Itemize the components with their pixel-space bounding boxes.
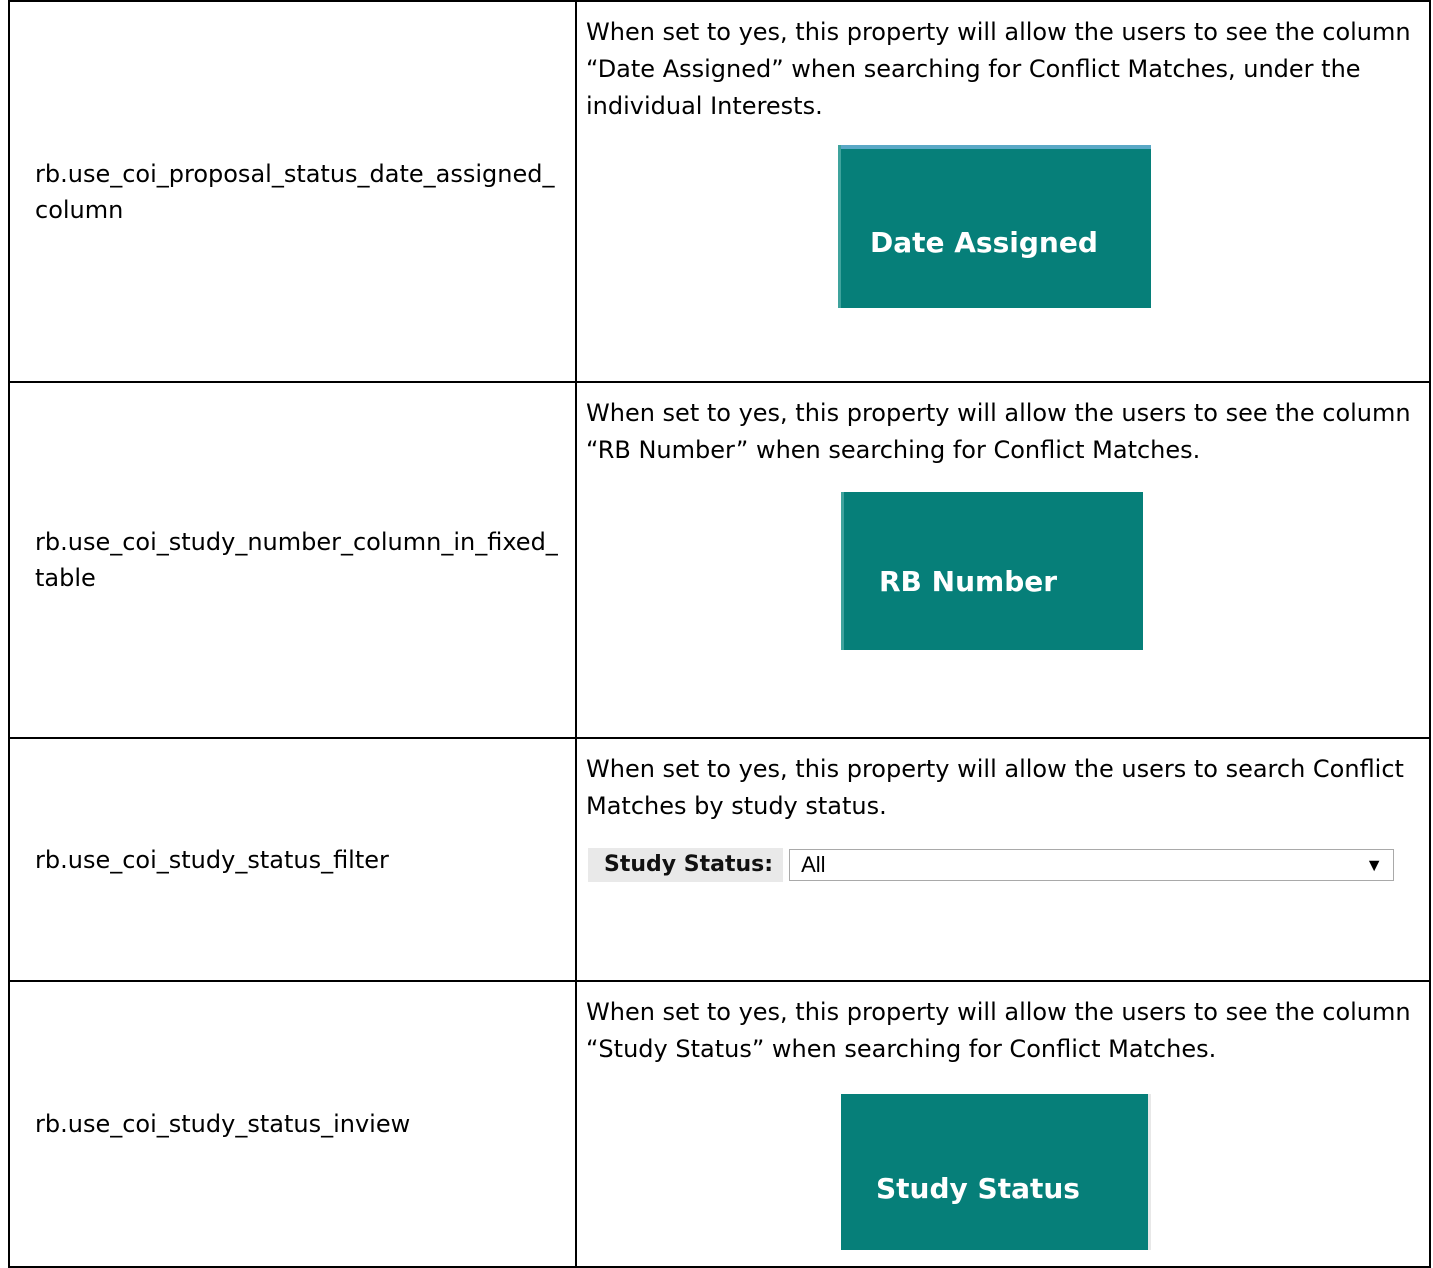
property-name: rb.use_coi_study_status_filter (35, 845, 389, 874)
property-description: When set to yes, this property will allo… (586, 998, 1411, 1063)
properties-table: rb.use_coi_proposal_status_date_assigned… (8, 0, 1431, 1268)
header-left-edge (838, 145, 841, 308)
description-cell: When set to yes, this property will allo… (575, 0, 1431, 383)
study-status-filter: Study Status: All ▼ (588, 847, 1429, 883)
table-row: rb.use_coi_study_status_inview When set … (8, 980, 1431, 1268)
column-header-label: Date Assigned (870, 226, 1098, 259)
description-cell: When set to yes, this property will allo… (575, 381, 1431, 739)
study-status-select-value: All (801, 852, 826, 877)
property-name-cell: rb.use_coi_study_number_column_in_fixed_… (8, 381, 577, 739)
study-status-select[interactable]: All ▼ (789, 849, 1395, 881)
table-row: rb.use_coi_study_number_column_in_fixed_… (8, 381, 1431, 739)
property-name: rb.use_coi_study_status_inview (35, 1110, 411, 1138)
triangle-down-icon[interactable]: ▼ (1365, 855, 1383, 876)
column-header-label: RB Number (879, 564, 1058, 598)
property-name-cell: rb.use_coi_proposal_status_date_assigned… (8, 0, 577, 383)
property-name-cell: rb.use_coi_study_status_inview (8, 980, 577, 1268)
property-description: When set to yes, this property will allo… (586, 399, 1411, 464)
property-name-cell: rb.use_coi_study_status_filter (8, 737, 577, 982)
header-right-edge (1148, 1094, 1151, 1250)
property-description: When set to yes, this property will allo… (586, 18, 1411, 120)
date-assigned-column-header: Date Assigned (838, 145, 1151, 308)
column-header-label: Study Status (876, 1171, 1080, 1205)
property-name: rb.use_coi_proposal_status_date_assigned… (35, 159, 555, 224)
description-cell: When set to yes, this property will allo… (575, 737, 1431, 982)
property-description: When set to yes, this property will allo… (586, 755, 1404, 820)
table-row: rb.use_coi_study_status_filter When set … (8, 737, 1431, 982)
description-cell: When set to yes, this property will allo… (575, 980, 1431, 1268)
property-name: rb.use_coi_study_number_column_in_fixed_… (35, 528, 558, 592)
header-left-edge (841, 492, 844, 650)
table-row: rb.use_coi_proposal_status_date_assigned… (8, 0, 1431, 383)
rb-number-column-header: RB Number (841, 492, 1143, 650)
study-status-column-header: Study Status (841, 1094, 1151, 1250)
study-status-filter-label: Study Status: (588, 848, 784, 882)
header-top-edge (838, 145, 1151, 149)
